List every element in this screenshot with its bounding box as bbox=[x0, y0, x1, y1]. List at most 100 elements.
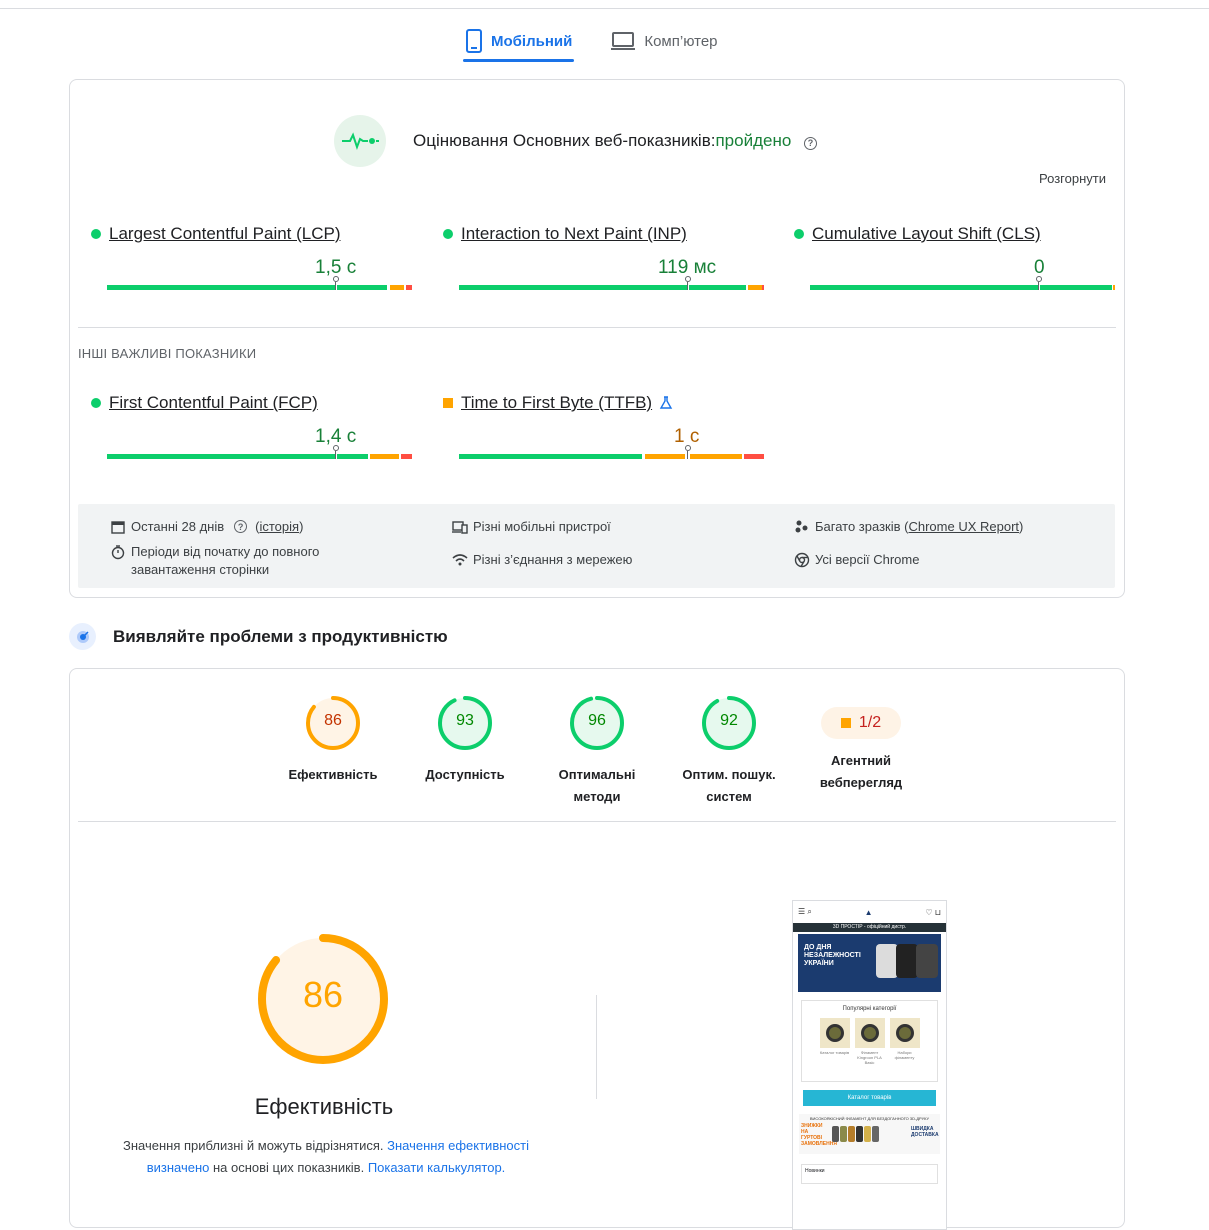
metric-lcp-marker bbox=[333, 276, 339, 290]
info-duration: Періоди від початку до повного завантаже… bbox=[110, 543, 350, 579]
performance-note: Значення приблизні й можуть відрізнятися… bbox=[106, 1135, 546, 1179]
metric-cls-marker bbox=[1036, 276, 1042, 290]
metric-fcp-marker bbox=[333, 445, 339, 459]
chrome-icon bbox=[794, 552, 810, 568]
cwv-status: пройдено bbox=[715, 131, 792, 150]
diagnose-header: Виявляйте проблеми з продуктивністю bbox=[69, 623, 448, 650]
scores-divider bbox=[78, 821, 1116, 822]
metric-ttfb-distribution-bar bbox=[459, 445, 764, 459]
phone-catalog-button: Каталог товарів bbox=[803, 1090, 936, 1106]
info-connections-text: Різні з’єднання з мережею bbox=[473, 552, 633, 567]
phone-promo: ВИСОКОЯКІСНИЙ ФІЛАМЕНТ ДЛЯ БЕЗДОГАННОГО … bbox=[799, 1114, 940, 1154]
cwv-title: Оцінювання Основних веб-показників:пройд… bbox=[413, 131, 818, 151]
samples-icon bbox=[795, 520, 808, 533]
status-good-icon bbox=[794, 229, 804, 239]
other-metrics-label: ІНШІ ВАЖЛИВІ ПОКАЗНИКИ bbox=[78, 346, 257, 361]
score-ring: 92 bbox=[701, 695, 757, 751]
laptop-icon bbox=[611, 32, 636, 50]
lighthouse-icon bbox=[69, 623, 96, 650]
tab-mobile[interactable]: Мобільний bbox=[463, 20, 575, 62]
status-good-icon bbox=[91, 229, 101, 239]
category-thumb bbox=[889, 1018, 920, 1048]
phone-banner-text: ДО ДНЯ НЕЗАЛЕЖНОСТІ УКРАЇНИ bbox=[804, 944, 861, 967]
timer-icon bbox=[111, 545, 125, 560]
tab-desktop[interactable]: Комп’ютер bbox=[608, 20, 719, 62]
metric-lcp: Largest Contentful Paint (LCP) 1,5 с bbox=[88, 224, 412, 290]
menu-icon: ☰ ⌕ bbox=[798, 907, 812, 916]
score-value: 92 bbox=[720, 712, 738, 729]
performance-gauge: 86 bbox=[256, 932, 390, 1066]
info-chrome: Усі версії Chrome bbox=[794, 551, 919, 569]
metric-cls-link[interactable]: Cumulative Layout Shift (CLS) bbox=[812, 224, 1041, 244]
phone-categories-title: Популярні категорії bbox=[842, 1006, 897, 1012]
metric-ttfb-marker bbox=[685, 445, 691, 459]
calendar-icon bbox=[111, 521, 125, 534]
help-icon[interactable]: ? bbox=[234, 520, 248, 533]
cwv-title-text: Оцінювання Основних веб-показників: bbox=[413, 131, 716, 150]
diagnose-title: Виявляйте проблеми з продуктивністю bbox=[113, 626, 448, 646]
wifi-icon bbox=[452, 554, 468, 566]
info-samples-prefix: Багато зразків ( bbox=[815, 519, 909, 534]
score-ring: 93 bbox=[437, 695, 493, 751]
phone-promo-left: ЗНИЖКИ НА ГУРТОВІ ЗАМОВЛЕННЯ bbox=[801, 1123, 837, 1147]
score-label: Оптимальні методи bbox=[558, 767, 636, 804]
info-connections: Різні з’єднання з мережею bbox=[452, 551, 632, 569]
category-thumb bbox=[819, 1018, 850, 1048]
metric-inp-link[interactable]: Interaction to Next Paint (INP) bbox=[461, 224, 687, 244]
chrome-ux-report-link[interactable]: Chrome UX Report bbox=[908, 518, 1019, 536]
score-ring: 86 bbox=[305, 695, 361, 751]
top-divider bbox=[0, 8, 1209, 9]
phone-bottom: Новинки bbox=[801, 1164, 938, 1184]
smartphone-icon bbox=[466, 29, 482, 53]
metric-lcp-link[interactable]: Largest Contentful Paint (LCP) bbox=[109, 224, 341, 244]
score-gauge[interactable]: 92 Оптим. пошук. систем bbox=[679, 695, 779, 808]
data-info-panel: Останні 28 днів ? (історія) Періоди від … bbox=[78, 504, 1115, 588]
devices-icon bbox=[452, 521, 468, 534]
show-calculator-link[interactable]: Показати калькулятор. bbox=[368, 1160, 505, 1175]
status-good-icon bbox=[91, 398, 101, 408]
metric-fcp: First Contentful Paint (FCP) 1,4 с bbox=[88, 393, 412, 459]
info-devices: Різні мобільні пристрої bbox=[452, 518, 611, 536]
help-icon[interactable]: ? bbox=[804, 136, 818, 150]
score-gauge[interactable]: 93 Доступність bbox=[415, 695, 515, 786]
thumb-label: Філамент Kingroon PLA Basic bbox=[857, 1050, 882, 1065]
thumb-label: Набори філаменту bbox=[894, 1050, 915, 1060]
device-tabs: Мобільний Комп’ютер bbox=[463, 20, 720, 62]
phone-promo-right: ШВИДКА ДОСТАВКА bbox=[911, 1126, 939, 1138]
agentic-score[interactable]: 1/2 Агентний вебперегляд bbox=[811, 695, 911, 794]
metric-inp-distribution-bar bbox=[459, 276, 764, 290]
note-text-1: Значення приблизні й можуть відрізнятися… bbox=[123, 1138, 388, 1153]
score-label: Доступність bbox=[425, 767, 505, 782]
expand-button[interactable]: Розгорнути bbox=[1039, 171, 1106, 186]
flask-icon bbox=[659, 396, 673, 409]
metric-ttfb: Time to First Byte (TTFB) 1 с bbox=[440, 393, 764, 459]
cwv-header: Оцінювання Основних веб-показників:пройд… bbox=[334, 115, 818, 167]
phone-nav: ☰ ⌕ ▲ ♡ ⊔ bbox=[793, 901, 946, 923]
core-web-vitals-card: Оцінювання Основних веб-показників:пройд… bbox=[69, 79, 1125, 598]
metric-inp-marker bbox=[685, 276, 691, 290]
info-devices-text: Різні мобільні пристрої bbox=[473, 519, 611, 534]
section-divider bbox=[78, 327, 1116, 328]
score-gauge[interactable]: 96 Оптимальні методи bbox=[547, 695, 647, 808]
score-value: 96 bbox=[588, 712, 606, 729]
metric-lcp-distribution-bar bbox=[107, 276, 412, 290]
category-thumb bbox=[854, 1018, 885, 1048]
vertical-divider bbox=[596, 995, 597, 1099]
score-label: Ефективність bbox=[288, 767, 378, 782]
history-link[interactable]: історія bbox=[259, 519, 299, 534]
agentic-pill: 1/2 bbox=[821, 707, 901, 739]
info-samples-suffix: ) bbox=[1019, 519, 1024, 534]
score-gauge[interactable]: 86 Ефективність bbox=[283, 695, 383, 786]
tab-desktop-label: Комп’ютер bbox=[644, 32, 718, 50]
phone-banner: ДО ДНЯ НЕЗАЛЕЖНОСТІ УКРАЇНИ bbox=[798, 934, 941, 992]
score-label: Оптим. пошук. систем bbox=[682, 767, 776, 804]
final-screenshot: ☰ ⌕ ▲ ♡ ⊔ 3D ПРОСТІР - офіційний дистр. … bbox=[792, 900, 947, 1230]
metric-fcp-distribution-bar bbox=[107, 445, 412, 459]
score-value: 86 bbox=[324, 712, 342, 729]
metric-fcp-link[interactable]: First Contentful Paint (FCP) bbox=[109, 393, 318, 413]
metric-ttfb-link[interactable]: Time to First Byte (TTFB) bbox=[461, 393, 652, 413]
metric-inp: Interaction to Next Paint (INP) 119 мс bbox=[440, 224, 764, 290]
phone-categories: Популярні категорії Каталог товарів Філа… bbox=[801, 1000, 938, 1082]
info-period: Останні 28 днів ? (історія) bbox=[110, 518, 303, 536]
thumb-label: Каталог товарів bbox=[819, 1050, 850, 1055]
